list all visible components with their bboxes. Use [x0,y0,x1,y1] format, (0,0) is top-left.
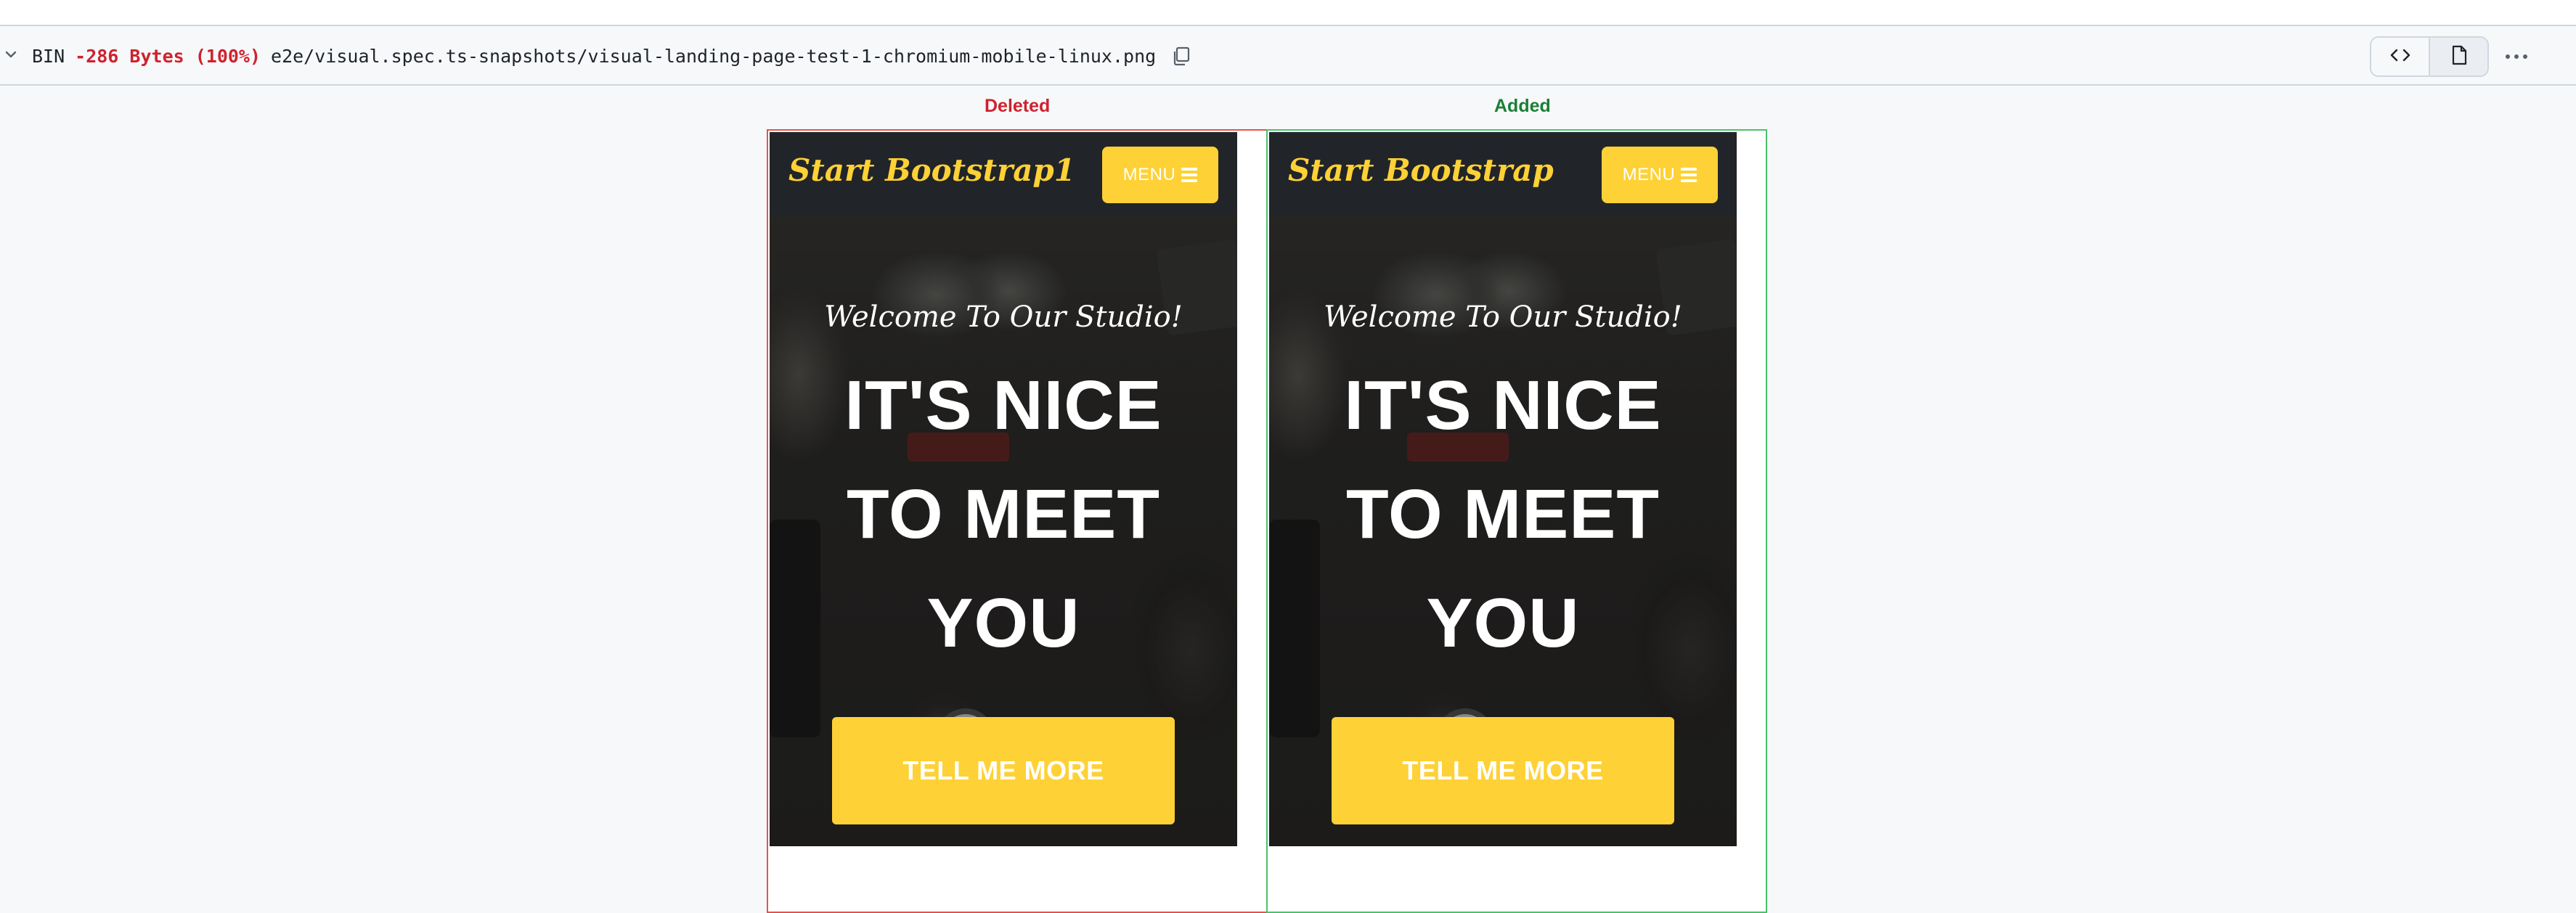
added-image-frame: Start Bootstrap MENU Welcome To Our Stud… [1266,129,1767,913]
deleted-screenshot: Start Bootstrap1 MENU Welcome To Our Stu… [770,132,1237,846]
file-header: BIN -286 Bytes (100%) e2e/visual.spec.ts… [0,26,2576,86]
hamburger-icon [1181,168,1198,182]
menu-label: MENU [1622,165,1676,184]
file-icon [2450,44,2468,70]
added-screenshot: Start Bootstrap MENU Welcome To Our Stud… [1269,132,1737,846]
view-toggle [2370,36,2489,77]
code-view-button[interactable] [2371,38,2430,75]
file-header-info: BIN -286 Bytes (100%) e2e/visual.spec.ts… [32,44,1194,68]
deleted-image-frame: Start Bootstrap1 MENU Welcome To Our Stu… [767,129,1268,913]
added-label: Added [1494,96,1551,116]
menu-label: MENU [1122,165,1176,184]
brand-logo: Start Bootstrap [1288,152,1554,188]
top-strip [0,0,2576,26]
hero-heading-line: TO MEET [847,475,1160,553]
hamburger-icon [1681,168,1697,182]
menu-button: MENU [1602,147,1718,203]
code-icon [2389,46,2411,67]
hero-heading-line: YOU [1426,584,1580,662]
deleted-label: Deleted [985,96,1051,116]
file-type-label: BIN [32,45,65,67]
more-options-icon[interactable] [2502,42,2531,71]
hero-heading: IT'S NICE TO MEET YOU [770,351,1237,678]
navbar: Start Bootstrap MENU [1269,132,1737,215]
hero-subheading: Welcome To Our Studio! [1324,300,1682,334]
hero-subheading: Welcome To Our Studio! [824,300,1183,334]
brand-logo: Start Bootstrap1 [788,152,1076,188]
hero-heading-line: YOU [926,584,1080,662]
hero-heading-line: IT'S NICE [844,367,1162,444]
tell-me-more-button: TELL ME MORE [832,717,1175,824]
navbar: Start Bootstrap1 MENU [770,132,1237,215]
hero-heading-line: IT'S NICE [1344,367,1662,444]
file-path[interactable]: e2e/visual.spec.ts-snapshots/visual-land… [271,46,1156,67]
diffstat: -286 Bytes (100%) [75,45,261,67]
hero-heading-line: TO MEET [1346,475,1660,553]
hero-heading: IT'S NICE TO MEET YOU [1269,351,1737,678]
chevron-down-icon[interactable] [3,46,19,62]
copy-icon[interactable] [1169,44,1194,68]
rich-view-button[interactable] [2430,38,2487,75]
menu-button: MENU [1102,147,1218,203]
tell-me-more-button: TELL ME MORE [1332,717,1674,824]
